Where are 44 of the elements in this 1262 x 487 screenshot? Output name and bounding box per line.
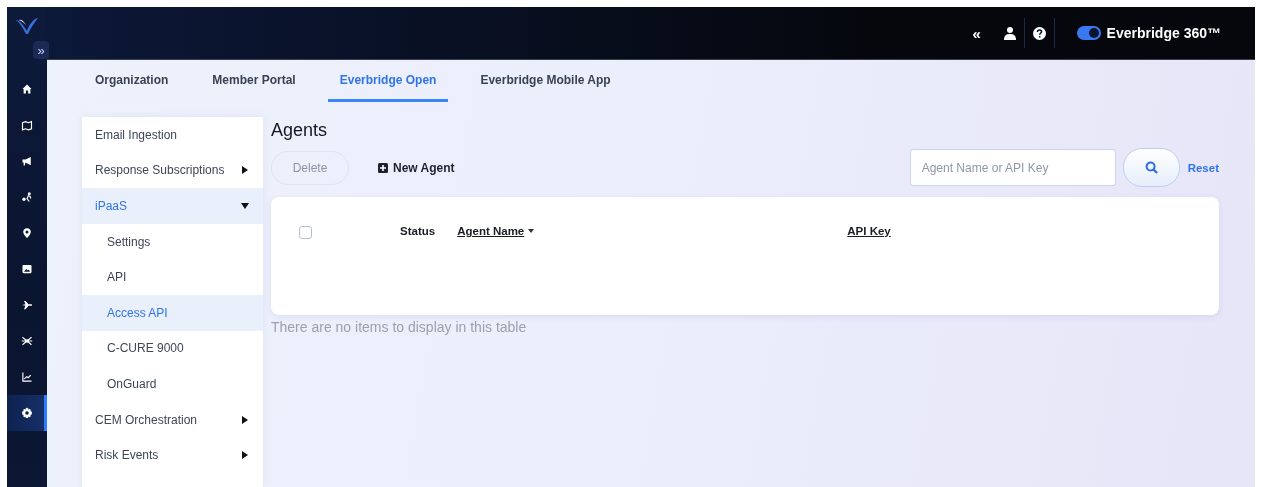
people-icon bbox=[21, 191, 33, 203]
nav-item[interactable] bbox=[7, 395, 47, 431]
column-header: Status bbox=[400, 225, 436, 237]
menu-item[interactable]: Response Subscriptions bbox=[82, 152, 263, 189]
menu-item[interactable]: Access API bbox=[82, 294, 263, 331]
line-chart-icon bbox=[21, 371, 33, 383]
column-header[interactable]: Agent Name bbox=[457, 225, 535, 237]
menu-item[interactable]: iPaaS bbox=[82, 188, 263, 224]
menu-item[interactable]: Settings bbox=[82, 223, 263, 260]
home-icon bbox=[21, 83, 33, 95]
tab[interactable]: Everbridge Mobile App bbox=[468, 73, 623, 102]
empty-message: There are no items to display in this table bbox=[271, 319, 527, 335]
select-all-checkbox[interactable] bbox=[299, 226, 312, 239]
menu-item[interactable]: C-CURE 9000 bbox=[82, 330, 263, 367]
tab[interactable]: Organization bbox=[83, 73, 181, 102]
collapse-button[interactable]: « bbox=[961, 24, 992, 42]
new-agent-button[interactable]: New Agent bbox=[378, 160, 455, 175]
megaphone-icon bbox=[21, 155, 33, 167]
menu-item[interactable]: CEM Orchestration bbox=[82, 401, 263, 438]
column-header[interactable]: API Key bbox=[847, 225, 891, 237]
toggle-switch[interactable] bbox=[1076, 26, 1101, 40]
sort-caret-icon bbox=[528, 229, 535, 233]
menu-item[interactable]: Risk Events bbox=[82, 437, 263, 473]
product-name: Everbridge 360™ bbox=[1106, 25, 1221, 41]
menu-item[interactable]: API bbox=[82, 259, 263, 295]
page-title: Agents bbox=[271, 120, 328, 141]
airplane-icon bbox=[21, 299, 33, 311]
reset-link[interactable]: Reset bbox=[1187, 161, 1219, 174]
search-icon bbox=[1144, 161, 1158, 174]
location-pin-icon bbox=[21, 227, 33, 239]
tab[interactable]: Everbridge Open bbox=[327, 73, 449, 102]
menu-item[interactable]: Email Ingestion bbox=[82, 117, 263, 153]
network-icon bbox=[21, 335, 33, 347]
map-icon bbox=[21, 119, 33, 131]
menu-item[interactable]: OnGuard bbox=[82, 366, 263, 402]
user-icon[interactable] bbox=[1003, 26, 1016, 40]
expand-button[interactable]: » bbox=[33, 41, 49, 59]
help-icon[interactable] bbox=[1032, 26, 1046, 40]
search-button[interactable] bbox=[1122, 148, 1180, 187]
image-icon bbox=[21, 263, 33, 275]
settings-icon bbox=[21, 407, 33, 419]
tab[interactable]: Member Portal bbox=[200, 73, 308, 102]
plus-square-icon bbox=[378, 162, 388, 173]
search-field[interactable]: Agent Name or API Key bbox=[909, 149, 1116, 186]
